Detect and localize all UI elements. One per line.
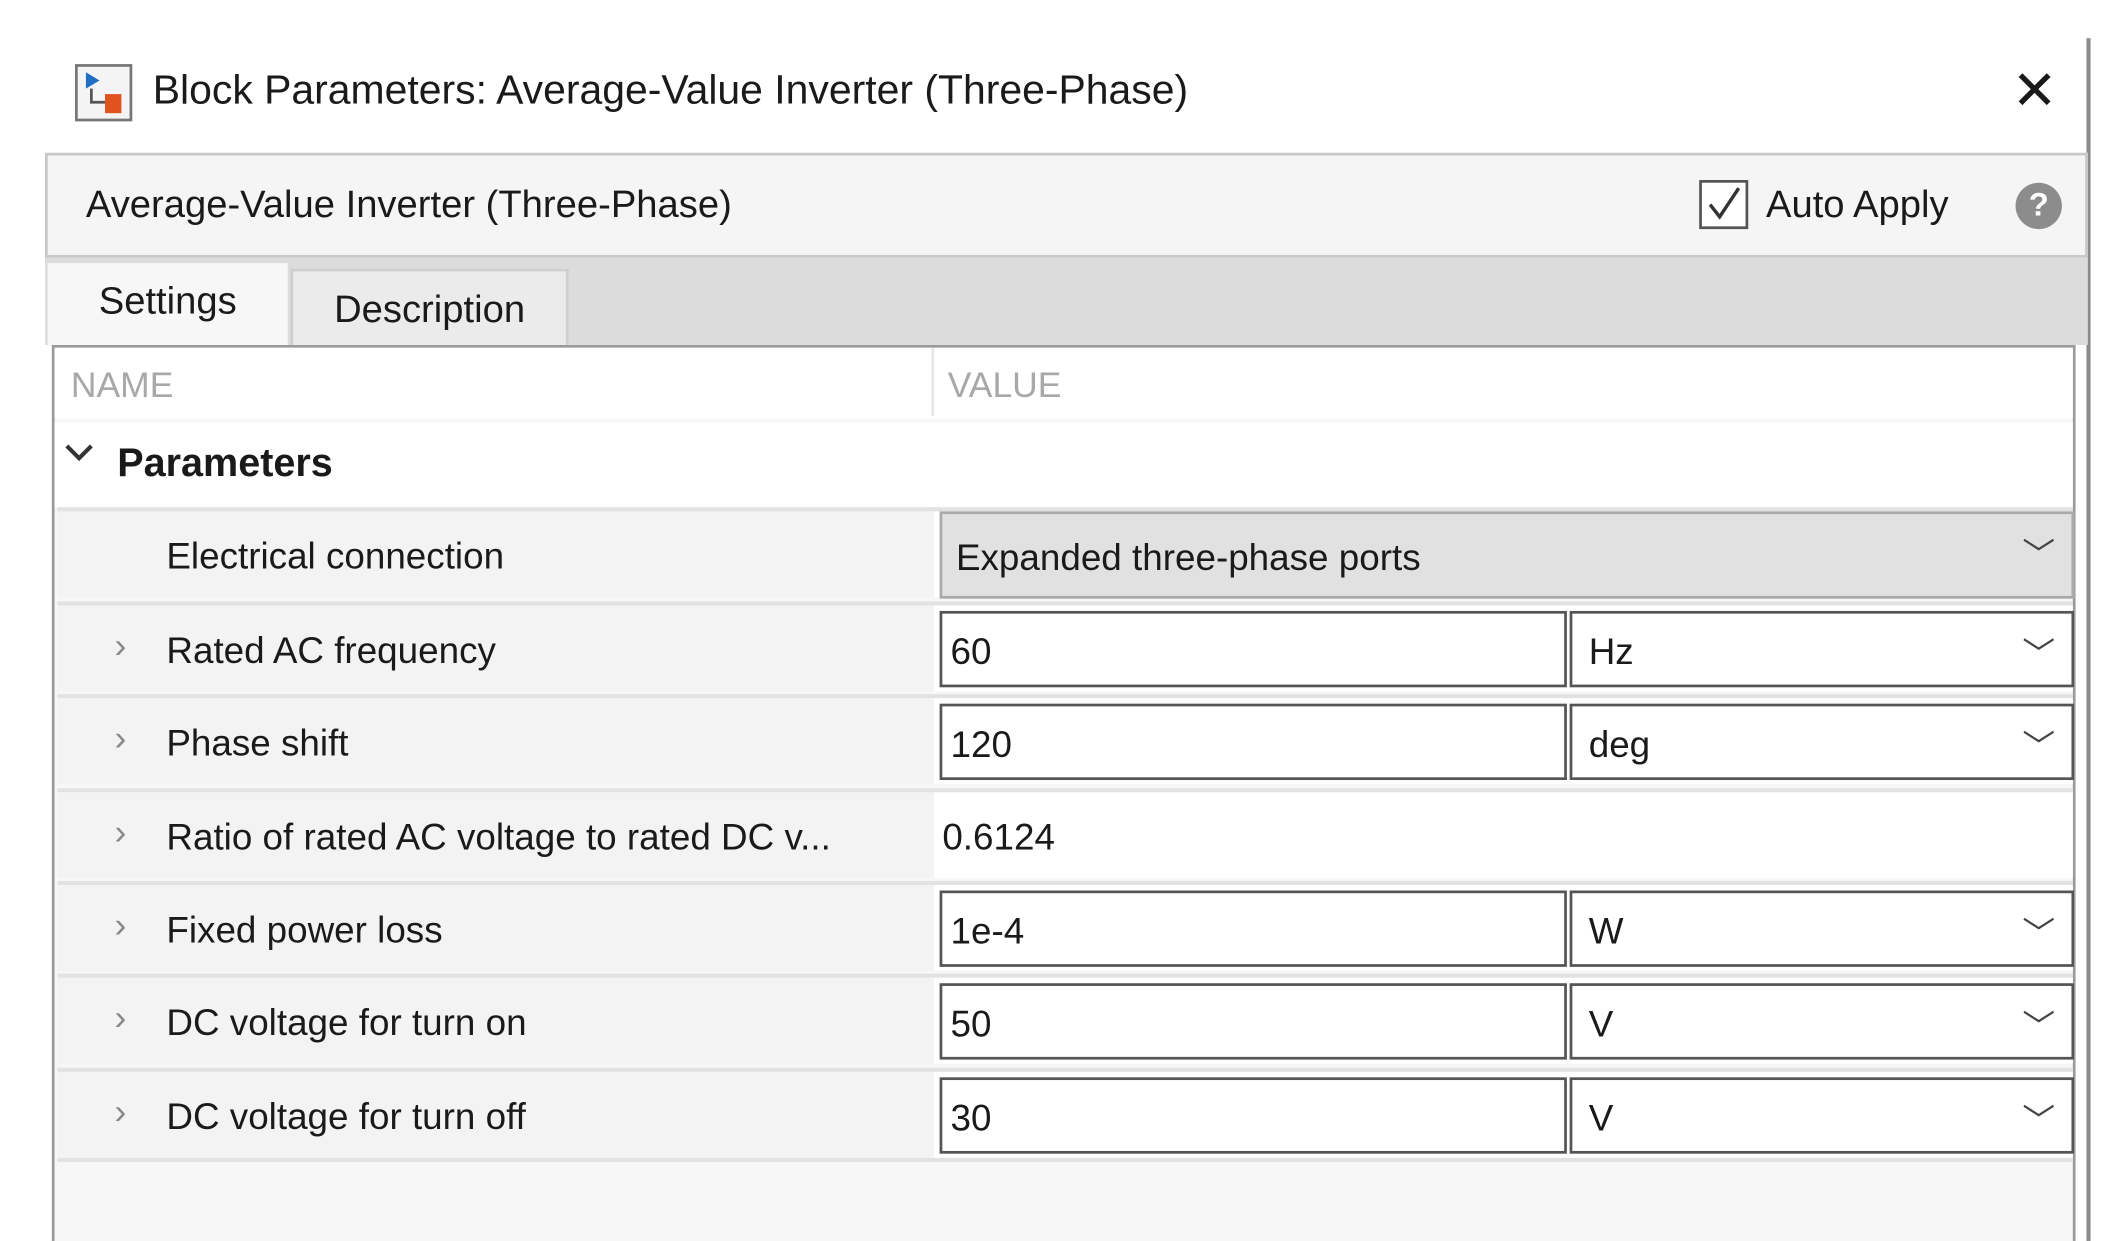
param-label: DC voltage for turn on xyxy=(166,1002,527,1044)
block-name: Average-Value Inverter (Three-Phase) xyxy=(85,182,732,226)
chevron-down-icon: ﹀ xyxy=(2022,1009,2056,1046)
table-row: › Rated AC frequency 60 Hz ﹀ xyxy=(57,601,2075,692)
auto-apply-checkbox[interactable] xyxy=(1699,180,1749,230)
table-row: › Ratio of rated AC voltage to rated DC v… xyxy=(57,788,2073,879)
param-label: Rated AC frequency xyxy=(166,630,496,671)
table-row: › DC voltage for turn off 30 V ﹀ xyxy=(57,1067,2075,1162)
phase-shift-input[interactable]: 120 xyxy=(939,703,1567,781)
param-label: Fixed power loss xyxy=(166,909,443,951)
checkmark-icon xyxy=(1708,187,1741,220)
block-header: Average-Value Inverter (Three-Phase) Aut… xyxy=(45,152,2088,258)
electrical-connection-dropdown[interactable]: Expanded three-phase ports ﹀ xyxy=(939,511,2075,599)
dc-voltage-turn-on-unit-dropdown[interactable]: V ﹀ xyxy=(1569,983,2075,1060)
chevron-down-icon[interactable] xyxy=(63,436,96,478)
chevron-down-icon: ﹀ xyxy=(2022,537,2056,575)
unit-value: W xyxy=(1588,910,1624,952)
parameters-table: NAME VALUE Parameters Electrical connect… xyxy=(51,345,2076,1241)
fixed-power-loss-input[interactable]: 1e-4 xyxy=(939,890,1567,967)
chevron-right-icon[interactable]: › xyxy=(115,625,127,667)
dc-voltage-turn-off-input[interactable]: 30 xyxy=(939,1077,1567,1154)
group-label: Parameters xyxy=(117,441,333,486)
column-divider[interactable] xyxy=(931,347,935,416)
table-row: › DC voltage for turn on 50 V ﹀ xyxy=(57,973,2075,1064)
rated-ac-frequency-input[interactable]: 60 xyxy=(939,610,1567,688)
chevron-down-icon: ﹀ xyxy=(2022,636,2056,674)
simulink-block-icon xyxy=(75,64,133,122)
chevron-right-icon[interactable]: › xyxy=(115,717,127,759)
table-header: NAME VALUE xyxy=(54,347,2073,419)
table-row: › Phase shift 120 deg ﹀ xyxy=(57,694,2075,785)
tab-settings[interactable]: Settings xyxy=(47,263,288,346)
chevron-right-icon[interactable]: › xyxy=(115,997,127,1039)
chevron-right-icon[interactable]: › xyxy=(115,904,127,946)
window-title: Block Parameters: Average-Value Inverter… xyxy=(152,68,1189,114)
column-header-value: VALUE xyxy=(947,364,1062,406)
column-header-name: NAME xyxy=(70,364,174,406)
table-row: › Fixed power loss 1e-4 W ﹀ xyxy=(57,880,2075,971)
phase-shift-unit-dropdown[interactable]: deg ﹀ xyxy=(1569,703,2075,781)
dc-voltage-turn-off-unit-dropdown[interactable]: V ﹀ xyxy=(1569,1077,2075,1154)
unit-value: V xyxy=(1588,1003,1614,1045)
table-row: Electrical connection Expanded three-pha… xyxy=(57,507,2075,599)
rated-ac-frequency-unit-dropdown[interactable]: Hz ﹀ xyxy=(1569,610,2075,688)
dropdown-value: Expanded three-phase ports xyxy=(955,537,1421,579)
tab-description[interactable]: Description xyxy=(290,268,569,351)
close-icon[interactable]: ✕ xyxy=(2005,61,2065,121)
param-label: Ratio of rated AC voltage to rated DC v.… xyxy=(166,816,831,858)
chevron-down-icon: ﹀ xyxy=(2022,1103,2056,1141)
param-label: Electrical connection xyxy=(166,535,505,577)
fixed-power-loss-unit-dropdown[interactable]: W ﹀ xyxy=(1569,890,2075,967)
help-icon[interactable]: ? xyxy=(2015,182,2062,230)
unit-value: Hz xyxy=(1588,631,1634,673)
chevron-down-icon: ﹀ xyxy=(2022,916,2056,954)
param-label: DC voltage for turn off xyxy=(166,1096,526,1138)
unit-value: V xyxy=(1588,1097,1614,1139)
chevron-right-icon[interactable]: › xyxy=(115,811,127,853)
dc-voltage-turn-on-input[interactable]: 50 xyxy=(939,983,1567,1060)
auto-apply-label[interactable]: Auto Apply xyxy=(1766,183,1949,227)
block-parameters-dialog: Block Parameters: Average-Value Inverter… xyxy=(0,0,2107,1241)
parameters-group[interactable]: Parameters xyxy=(54,422,2073,508)
unit-value: deg xyxy=(1588,724,1651,766)
voltage-ratio-value: 0.6124 xyxy=(942,816,1055,858)
chevron-right-icon[interactable]: › xyxy=(115,1091,127,1133)
chevron-down-icon: ﹀ xyxy=(2022,729,2056,767)
tab-bar: Settings Description xyxy=(45,257,2088,351)
param-label: Phase shift xyxy=(166,722,349,764)
